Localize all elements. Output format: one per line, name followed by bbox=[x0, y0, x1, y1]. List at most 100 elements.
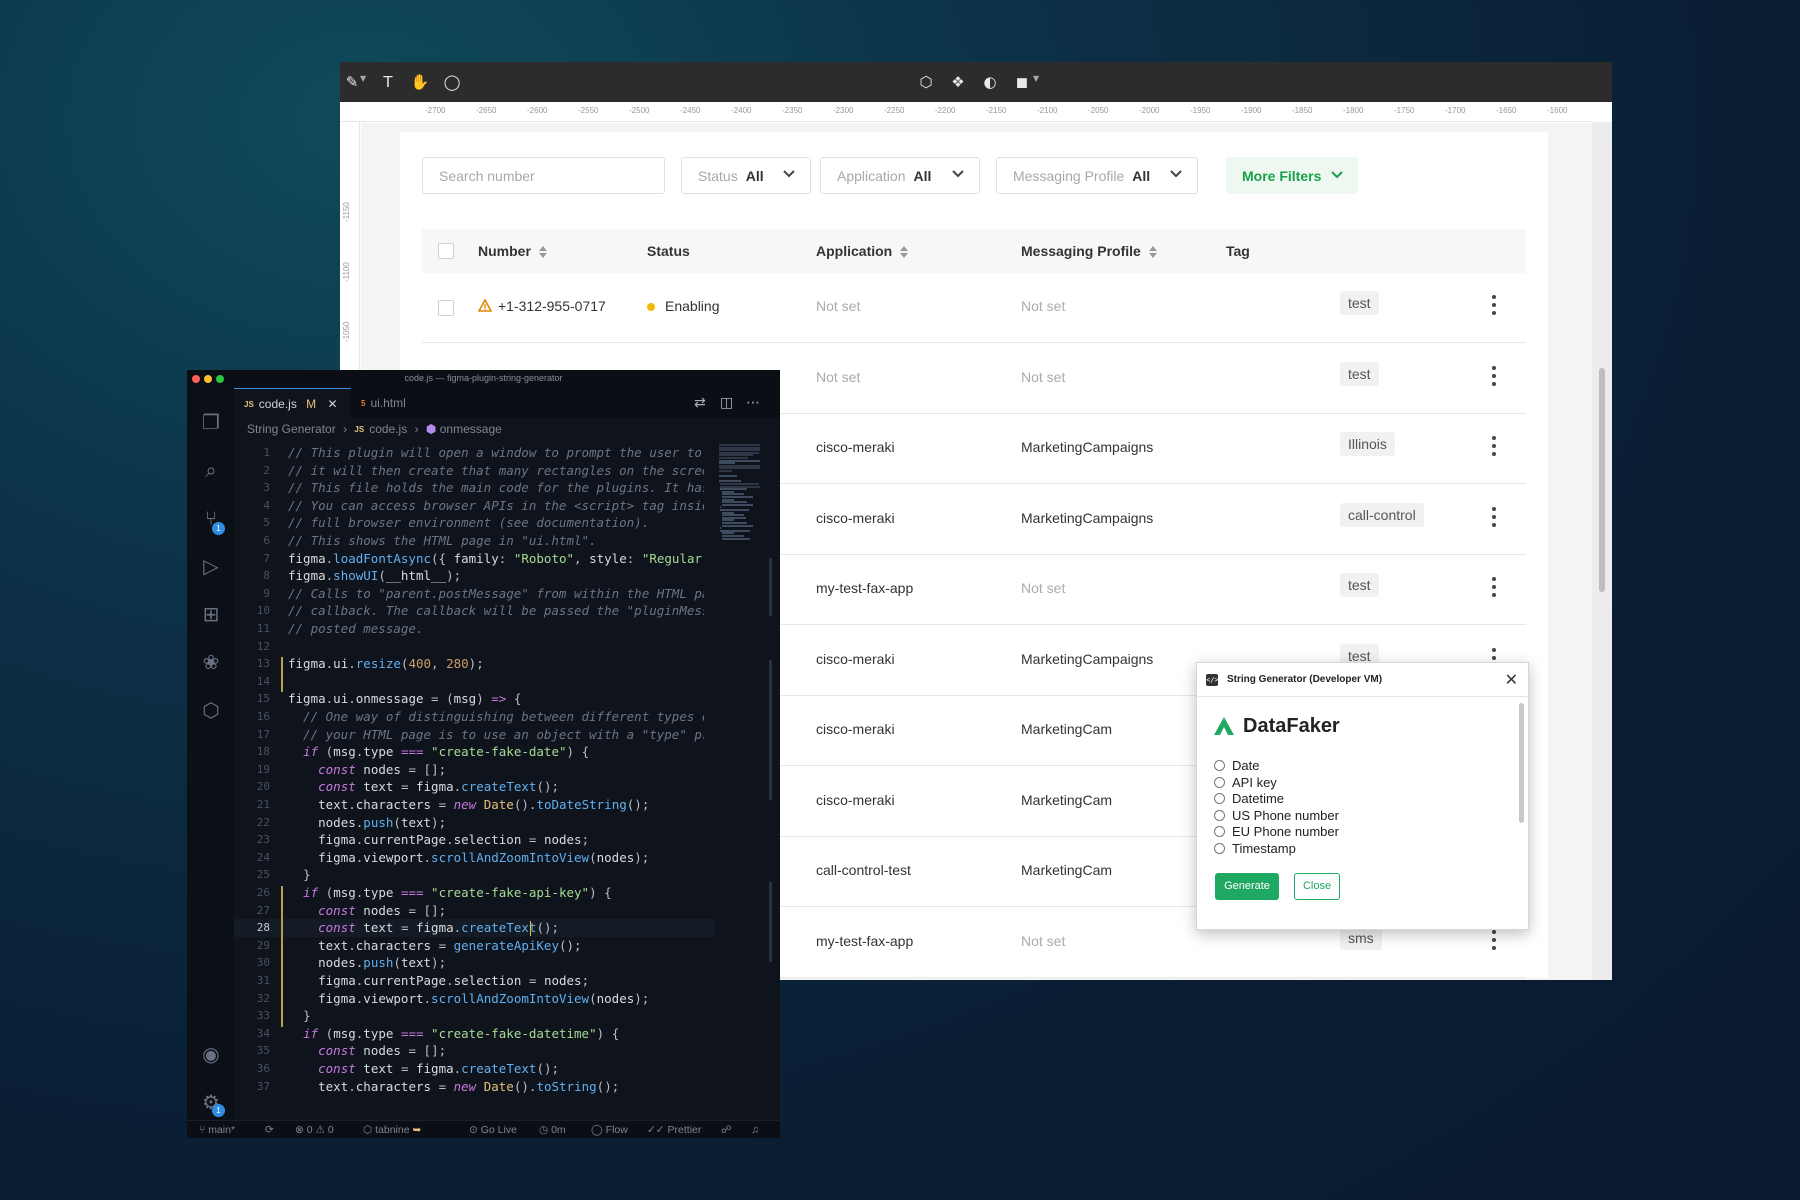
status-filter-value: All bbox=[745, 167, 764, 184]
select-all-checkbox[interactable] bbox=[438, 243, 454, 259]
application-filter[interactable]: Application All bbox=[820, 157, 980, 194]
breadcrumb-file[interactable]: code.js bbox=[369, 422, 407, 436]
boolean-ops-icon[interactable]: ◼ bbox=[1012, 72, 1032, 92]
messaging-profile-cell: Not set bbox=[1021, 298, 1066, 314]
row-actions-icon[interactable] bbox=[1492, 577, 1496, 599]
code-line: const nodes = []; bbox=[318, 1043, 447, 1059]
ruler-tick-label: -2050 bbox=[1088, 106, 1109, 115]
option-radio[interactable]: Date bbox=[1214, 758, 1259, 773]
messaging-profile-filter[interactable]: Messaging Profile All bbox=[996, 157, 1198, 194]
branch-indicator[interactable]: ⑂ main* bbox=[199, 1124, 235, 1136]
code-line: // This shows the HTML page in "ui.html"… bbox=[288, 533, 597, 548]
status-filter[interactable]: Status All bbox=[681, 157, 811, 194]
column-number[interactable]: Number bbox=[478, 243, 547, 259]
option-radio[interactable]: EU Phone number bbox=[1214, 824, 1339, 839]
close-button[interactable]: Close bbox=[1294, 873, 1340, 900]
row-actions-icon[interactable] bbox=[1492, 929, 1496, 952]
option-radio[interactable]: API key bbox=[1214, 775, 1277, 790]
generate-button[interactable]: Generate bbox=[1215, 873, 1279, 900]
radio-button[interactable] bbox=[1214, 776, 1225, 788]
close-icon[interactable]: ✕ bbox=[1505, 670, 1518, 689]
pen-tool-icon[interactable]: ✎ bbox=[342, 72, 362, 92]
line-number: 30 bbox=[256, 956, 270, 970]
feedback-icon[interactable]: ☍ bbox=[721, 1124, 732, 1136]
component-icon[interactable]: ❖ bbox=[948, 72, 968, 92]
editor-scrollbar[interactable] bbox=[769, 558, 772, 616]
remote-explorer-icon[interactable]: ⬡ bbox=[199, 698, 223, 722]
text-tool-icon[interactable]: T bbox=[378, 72, 398, 92]
close-tab-icon[interactable]: ✕ bbox=[328, 397, 338, 411]
code-icon: </> bbox=[1206, 674, 1219, 686]
code-line: figma.currentPage.selection = nodes; bbox=[318, 973, 590, 988]
compare-changes-icon[interactable]: ⇄ bbox=[694, 395, 706, 411]
notifications-bell-icon[interactable]: ♫ bbox=[751, 1124, 759, 1136]
window-title: code.js — figma-plugin-string-generator bbox=[404, 373, 563, 383]
go-live-button[interactable]: ⊙ Go Live bbox=[469, 1124, 517, 1136]
more-actions-icon[interactable]: ⋯ bbox=[746, 395, 760, 411]
line-number: 2 bbox=[263, 463, 270, 477]
scrollbar-thumb[interactable] bbox=[1599, 368, 1605, 592]
search-icon[interactable]: ⌕ bbox=[199, 458, 223, 482]
chevron-down-icon[interactable]: ▼ bbox=[1033, 74, 1039, 83]
tab-label: code.js bbox=[258, 397, 297, 411]
row-actions-icon[interactable] bbox=[1492, 506, 1496, 529]
tabnine-indicator[interactable]: ⬡ tabnine ➥ bbox=[363, 1124, 421, 1136]
canvas-scrollbar[interactable] bbox=[1592, 122, 1612, 980]
radio-button[interactable] bbox=[1214, 793, 1225, 804]
plugin-scrollbar[interactable] bbox=[1519, 703, 1524, 823]
ruler-tick-label: -1600 bbox=[1547, 106, 1568, 115]
hand-tool-icon[interactable]: ✋ bbox=[410, 72, 430, 92]
run-debug-icon[interactable]: ▷ bbox=[199, 554, 223, 578]
code-editor[interactable]: 1 // This plugin will open a window to pr… bbox=[234, 446, 704, 1116]
flow-indicator[interactable]: ◯ Flow bbox=[591, 1124, 628, 1136]
split-editor-icon[interactable]: ◫ bbox=[720, 395, 733, 411]
column-messaging-profile[interactable]: Messaging Profile bbox=[1021, 243, 1157, 259]
problems-indicator[interactable]: ⊗ 0 ⚠ 0 bbox=[295, 1124, 334, 1136]
sync-icon[interactable]: ⟳ bbox=[265, 1124, 274, 1136]
breadcrumb-symbol[interactable]: onmessage bbox=[440, 422, 502, 436]
contrast-icon[interactable]: ◐ bbox=[980, 72, 1000, 92]
application-cell: my-test-fax-app bbox=[816, 580, 914, 596]
editor-scrollbar[interactable] bbox=[769, 882, 772, 962]
radio-button[interactable] bbox=[1214, 826, 1225, 837]
tab-code-js[interactable]: JS code.js M ✕ bbox=[234, 388, 351, 418]
line-number: 8 bbox=[263, 569, 270, 583]
comment-tool-icon[interactable]: ◯ bbox=[442, 72, 462, 92]
prettier-indicator[interactable]: ✓✓ Prettier bbox=[647, 1124, 701, 1136]
status-bar: ⑂ main* ⟳ ⊗ 0 ⚠ 0 ⬡ tabnine ➥ ⊙ Go Live … bbox=[187, 1120, 780, 1138]
option-radio[interactable]: US Phone number bbox=[1214, 808, 1339, 823]
number-cell[interactable]: +1-312-955-0717 bbox=[477, 298, 606, 314]
extensions-icon[interactable]: ⊞ bbox=[199, 602, 223, 626]
paw-icon[interactable]: ❀ bbox=[199, 650, 223, 674]
horizontal-ruler: -2700 -2650 -2600 -2550 -2500 -2450 -2400 -2350… bbox=[340, 102, 1592, 122]
timer-indicator[interactable]: ◷ 0m bbox=[539, 1124, 566, 1136]
option-radio[interactable]: Timestamp bbox=[1214, 841, 1296, 856]
option-radio[interactable]: Datetime bbox=[1214, 791, 1284, 806]
chevron-down-icon[interactable]: ▼ bbox=[360, 74, 366, 83]
row-actions-icon[interactable] bbox=[1492, 436, 1496, 458]
messaging-profile-cell: MarketingCam bbox=[1021, 721, 1113, 737]
search-input[interactable]: Search number bbox=[422, 157, 665, 194]
line-number: 29 bbox=[256, 938, 270, 952]
breadcrumb-folder[interactable]: String Generator bbox=[247, 422, 336, 436]
more-filters-button[interactable]: More Filters bbox=[1226, 157, 1358, 194]
prettier-label: Prettier bbox=[667, 1124, 702, 1136]
row-actions-icon[interactable] bbox=[1492, 365, 1496, 388]
radio-button[interactable] bbox=[1214, 842, 1225, 854]
row-actions-icon[interactable] bbox=[1492, 295, 1496, 317]
editor-scrollbar[interactable] bbox=[769, 660, 772, 800]
row-checkbox[interactable] bbox=[438, 300, 454, 316]
mask-icon[interactable]: ⬡ bbox=[916, 72, 936, 92]
messaging-profile-cell: MarketingCam bbox=[1021, 862, 1113, 878]
account-icon[interactable]: ◉ bbox=[199, 1042, 223, 1066]
explorer-icon[interactable]: ❐ bbox=[199, 410, 223, 434]
tab-ui-html[interactable]: 5 ui.html bbox=[351, 388, 441, 418]
sort-icon bbox=[538, 245, 547, 259]
radio-button[interactable] bbox=[1214, 760, 1225, 771]
timer-label: 0m bbox=[551, 1124, 566, 1136]
column-tag: Tag bbox=[1226, 243, 1250, 259]
column-application[interactable]: Application bbox=[816, 243, 909, 259]
table-row[interactable]: +1-312-955-0717 Enabling Not set Not set tes… bbox=[422, 273, 1526, 343]
radio-button[interactable] bbox=[1214, 809, 1225, 821]
minimap[interactable] bbox=[719, 444, 763, 544]
